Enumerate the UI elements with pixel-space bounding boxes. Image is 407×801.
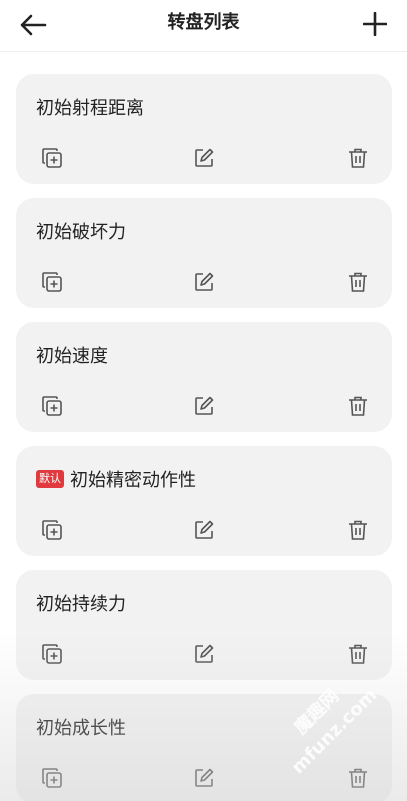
wheel-name: 初始精密动作性 xyxy=(70,470,196,491)
card-actions xyxy=(16,394,392,418)
wheel-card[interactable]: 初始射程距离 xyxy=(16,74,392,184)
copy-add-icon xyxy=(42,768,62,788)
edit-button[interactable] xyxy=(192,766,216,790)
card-title-row: 初始射程距离 xyxy=(36,94,144,120)
card-title-row: 初始持续力 xyxy=(36,590,126,616)
copy-button[interactable] xyxy=(40,270,64,294)
page-title: 转盘列表 xyxy=(167,12,240,33)
copy-add-icon xyxy=(42,272,62,292)
edit-icon xyxy=(195,520,214,539)
trash-icon xyxy=(349,396,367,416)
edit-icon xyxy=(195,644,214,663)
trash-icon xyxy=(349,644,367,664)
copy-add-icon xyxy=(42,148,62,168)
delete-button[interactable] xyxy=(346,642,370,666)
add-button[interactable] xyxy=(357,6,393,42)
copy-add-icon xyxy=(42,396,62,416)
delete-button[interactable] xyxy=(346,394,370,418)
trash-icon xyxy=(349,272,367,292)
app-header: 转盘列表 xyxy=(0,0,407,52)
edit-icon xyxy=(195,396,214,415)
wheel-name: 初始速度 xyxy=(36,346,108,367)
card-title-row: 初始成长性 xyxy=(36,714,126,740)
wheel-name: 初始持续力 xyxy=(36,594,126,615)
wheel-name: 初始破坏力 xyxy=(36,222,126,243)
wheel-card[interactable]: 初始破坏力 xyxy=(16,198,392,308)
edit-icon xyxy=(195,272,214,291)
edit-button[interactable] xyxy=(192,642,216,666)
edit-button[interactable] xyxy=(192,270,216,294)
edit-icon xyxy=(195,768,214,787)
card-actions xyxy=(16,146,392,170)
copy-button[interactable] xyxy=(40,394,64,418)
delete-button[interactable] xyxy=(346,146,370,170)
card-title-row: 初始速度 xyxy=(36,342,108,368)
card-title-row: 初始破坏力 xyxy=(36,218,126,244)
wheel-card[interactable]: 初始速度 xyxy=(16,322,392,432)
copy-button[interactable] xyxy=(40,146,64,170)
delete-button[interactable] xyxy=(346,518,370,542)
edit-button[interactable] xyxy=(192,518,216,542)
copy-button[interactable] xyxy=(40,518,64,542)
plus-icon xyxy=(363,12,387,36)
copy-button[interactable] xyxy=(40,766,64,790)
edit-button[interactable] xyxy=(192,146,216,170)
copy-add-icon xyxy=(42,520,62,540)
delete-button[interactable] xyxy=(346,270,370,294)
edit-button[interactable] xyxy=(192,394,216,418)
card-actions xyxy=(16,270,392,294)
wheel-name: 初始射程距离 xyxy=(36,98,144,119)
edit-icon xyxy=(195,148,214,167)
default-badge: 默认 xyxy=(36,470,64,488)
copy-add-icon xyxy=(42,644,62,664)
trash-icon xyxy=(349,520,367,540)
card-title-row: 默认 初始精密动作性 xyxy=(36,466,196,492)
wheel-name: 初始成长性 xyxy=(36,718,126,739)
wheel-card[interactable]: 默认 初始精密动作性 xyxy=(16,446,392,556)
copy-button[interactable] xyxy=(40,642,64,666)
card-actions xyxy=(16,518,392,542)
trash-icon xyxy=(349,148,367,168)
